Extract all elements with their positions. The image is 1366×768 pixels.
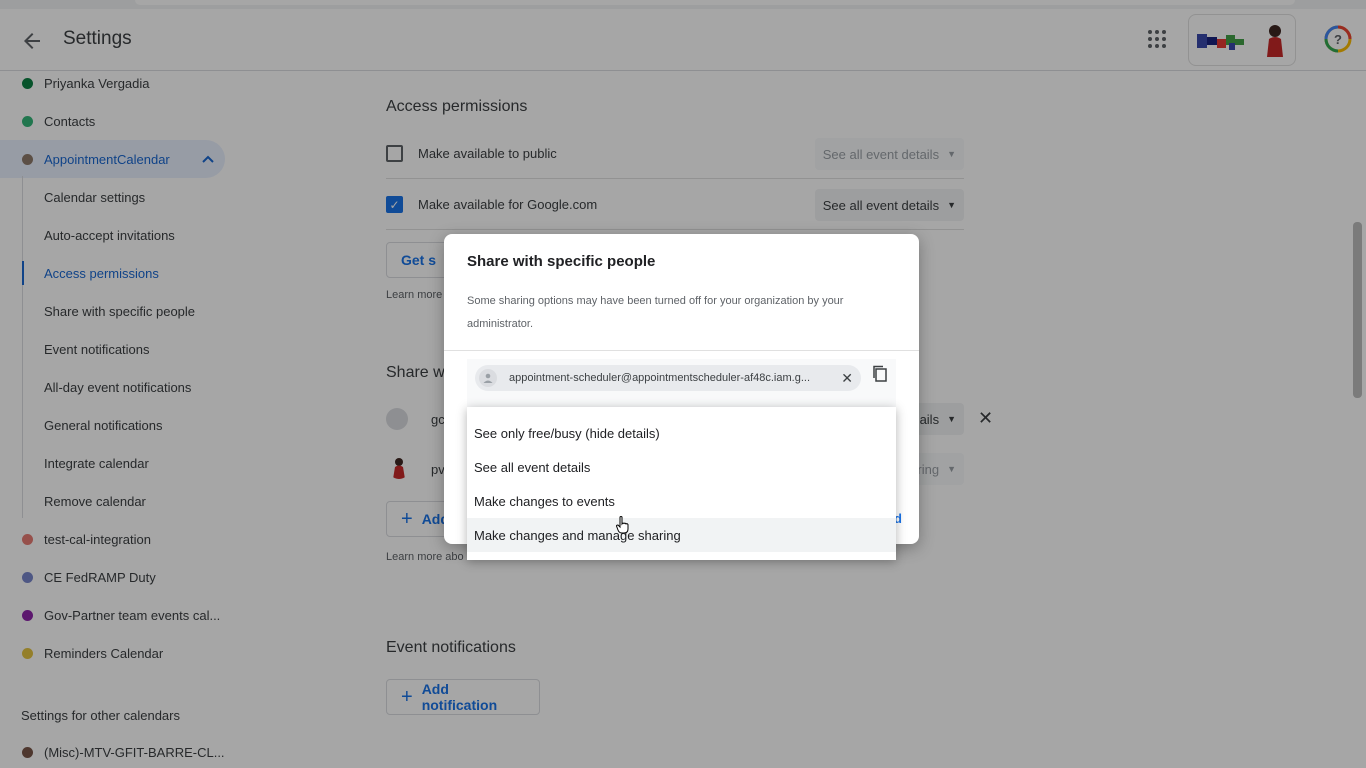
- hand-cursor-icon: [616, 516, 629, 534]
- person-icon: [479, 369, 497, 387]
- menu-item-all-details[interactable]: See all event details: [467, 450, 896, 484]
- remove-recipient-close-icon[interactable]: ✕: [841, 370, 853, 387]
- dialog-divider: [444, 350, 919, 351]
- dialog-subtitle: Some sharing options may have been turne…: [467, 295, 844, 330]
- permission-menu: See only free/busy (hide details) See al…: [467, 407, 896, 560]
- dialog-title: Share with specific people: [467, 253, 656, 270]
- copy-icon[interactable]: [872, 365, 888, 383]
- recipient-chip[interactable]: appointment-scheduler@appointmentschedul…: [475, 365, 861, 391]
- recipient-email: appointment-scheduler@appointmentschedul…: [509, 372, 811, 384]
- menu-item-free-busy[interactable]: See only free/busy (hide details): [467, 416, 896, 450]
- recipient-input-area[interactable]: appointment-scheduler@appointmentschedul…: [467, 359, 896, 409]
- menu-item-make-changes[interactable]: Make changes to events: [467, 484, 896, 518]
- menu-item-manage-sharing[interactable]: Make changes and manage sharing: [467, 518, 896, 552]
